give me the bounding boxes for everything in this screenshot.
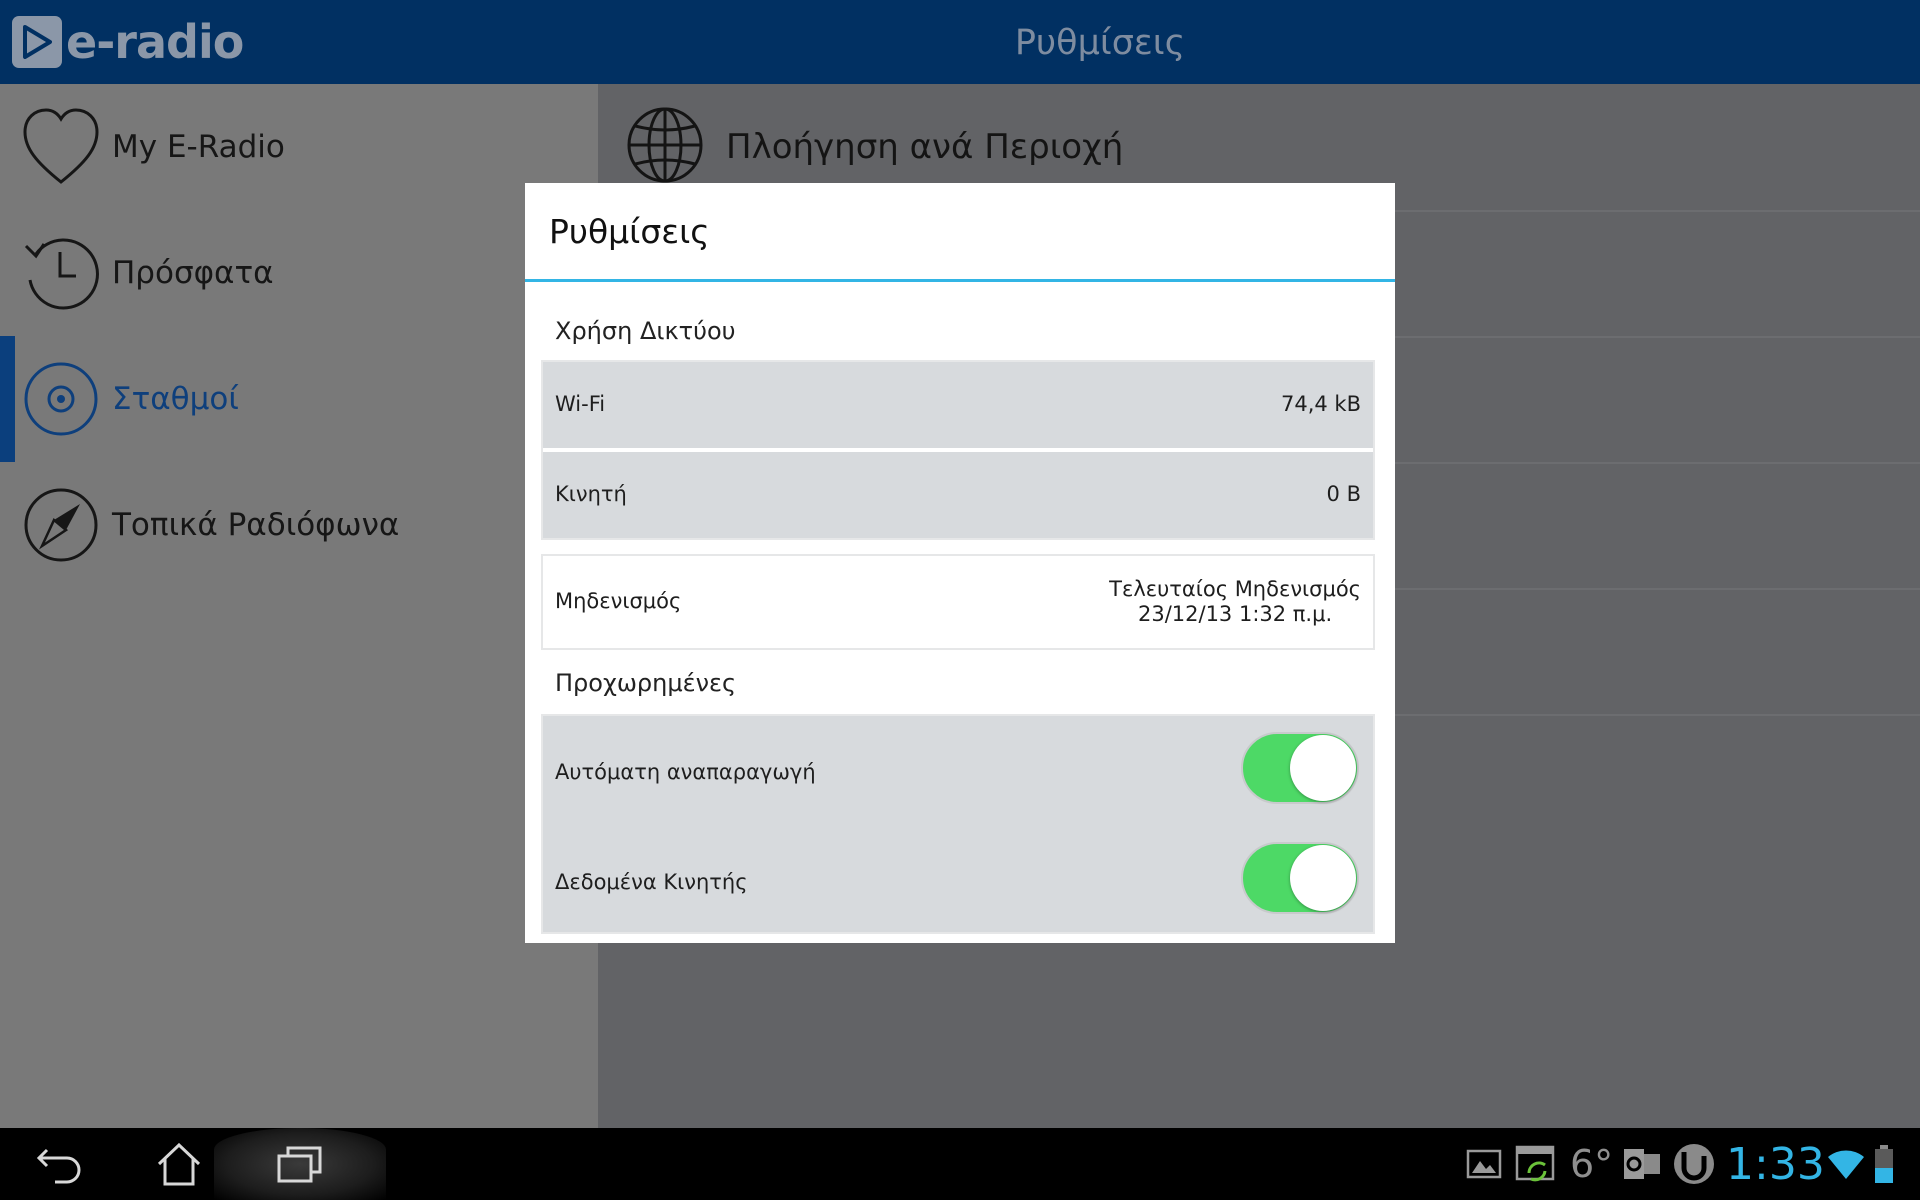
back-icon xyxy=(36,1148,81,1184)
mobile-data-label: Δεδομένα Κινητής xyxy=(555,870,748,894)
wifi-value: 74,4 kB xyxy=(1280,392,1361,416)
sidebar-item-recent[interactable]: Πρόσφατα xyxy=(0,210,598,336)
sidebar-item-label: My E-Radio xyxy=(112,129,285,165)
app-logo[interactable]: e-radio xyxy=(12,14,244,70)
reset-row[interactable]: Μηδενισμός Τελευταίος Μηδενισμός 23/12/1… xyxy=(543,556,1373,648)
wifi-usage-row: Wi-Fi 74,4 kB xyxy=(543,362,1373,448)
globe-icon xyxy=(627,107,703,183)
recent-apps-button[interactable] xyxy=(255,1128,345,1200)
outlook-icon[interactable] xyxy=(1622,1128,1662,1200)
sidebar-item-stations[interactable]: Σταθμοί xyxy=(0,336,598,462)
advanced-rows: Αυτόματη αναπαραγωγή Δεδομένα Κινητής xyxy=(543,716,1373,932)
sidebar-item-my-eradio[interactable]: My E-Radio xyxy=(0,84,598,210)
system-navigation-bar: 6° 1:33 xyxy=(0,1128,1920,1200)
sidebar-item-label: Σταθμοί xyxy=(112,381,239,417)
app-header: e-radio Ρυθμίσεις xyxy=(0,0,1920,84)
mobile-usage-row: Κινητή 0 B xyxy=(543,452,1373,538)
screenshot-icon[interactable] xyxy=(1515,1128,1557,1200)
advanced-section-title: Προχωρημένες xyxy=(555,669,737,697)
home-icon xyxy=(157,1142,201,1186)
dialog-divider xyxy=(525,279,1395,282)
autoplay-label: Αυτόματη αναπαραγωγή xyxy=(555,760,816,784)
wifi-label: Wi-Fi xyxy=(555,392,606,416)
reset-group[interactable]: Μηδενισμός Τελευταίος Μηδενισμός 23/12/1… xyxy=(541,554,1375,650)
dialog-title: Ρυθμίσεις xyxy=(549,212,710,251)
mobile-value: 0 B xyxy=(1326,482,1361,506)
wifi-icon xyxy=(1826,1128,1866,1200)
battery-icon xyxy=(1874,1128,1894,1200)
last-reset-value: Τελευταίος Μηδενισμός 23/12/13 1:32 π.μ. xyxy=(1109,577,1361,627)
toggle-knob xyxy=(1290,735,1356,801)
weather-temperature[interactable]: 6° xyxy=(1570,1128,1613,1200)
clock[interactable]: 1:33 xyxy=(1726,1128,1825,1200)
toggle-knob xyxy=(1290,845,1356,911)
network-usage-group: Wi-Fi 74,4 kB Κινητή 0 B xyxy=(541,360,1375,540)
autoplay-toggle[interactable] xyxy=(1241,732,1359,804)
gallery-icon[interactable] xyxy=(1466,1128,1502,1200)
page-title: Ρυθμίσεις xyxy=(1014,23,1186,63)
advanced-group: Αυτόματη αναπαραγωγή Δεδομένα Κινητής xyxy=(541,714,1375,934)
sidebar-item-label: Πρόσφατα xyxy=(112,255,274,291)
back-button[interactable] xyxy=(14,1128,104,1200)
sidebar-item-local-radio[interactable]: Τοπικά Ραδιόφωνα xyxy=(0,462,598,588)
heart-icon xyxy=(23,108,99,184)
radio-target-icon xyxy=(24,362,98,436)
mobile-data-toggle[interactable] xyxy=(1241,842,1359,914)
last-reset-date: 23/12/13 1:32 π.μ. xyxy=(1137,602,1333,626)
network-usage-section-title: Χρήση Δικτύου xyxy=(555,317,736,345)
clock-text: 1:33 xyxy=(1726,1138,1825,1190)
mobile-label: Κινητή xyxy=(555,482,627,506)
recent-apps-icon xyxy=(277,1146,322,1183)
logo-text: e-radio xyxy=(66,15,244,69)
sidebar: My E-Radio Πρόσφατα Σταθμοί Τοπικά Ραδιό… xyxy=(0,84,598,1128)
active-indicator xyxy=(0,336,15,462)
play-logo-icon xyxy=(12,16,62,68)
compass-icon xyxy=(24,488,98,562)
settings-dialog: Ρυθμίσεις Χρήση Δικτύου Wi-Fi 74,4 kB Κι… xyxy=(525,183,1395,943)
history-icon xyxy=(24,238,99,310)
sidebar-item-label: Τοπικά Ραδιόφωνα xyxy=(112,507,400,543)
torrent-icon[interactable] xyxy=(1672,1128,1716,1200)
reset-label: Μηδενισμός xyxy=(555,589,682,613)
home-button[interactable] xyxy=(134,1128,224,1200)
temperature-text: 6° xyxy=(1570,1142,1614,1186)
last-reset-caption: Τελευταίος Μηδενισμός xyxy=(1109,577,1361,601)
